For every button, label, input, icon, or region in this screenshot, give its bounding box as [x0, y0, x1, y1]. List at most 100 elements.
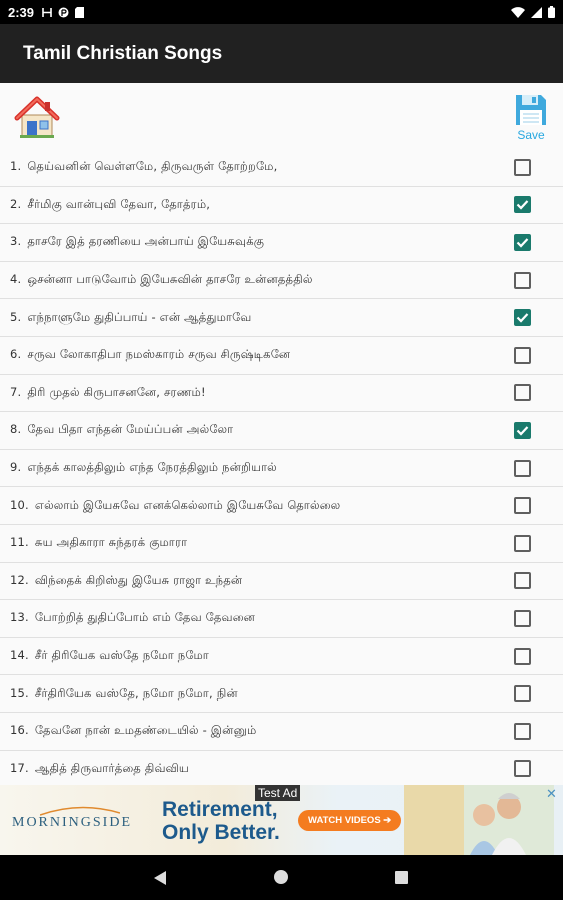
song-number: 17.: [10, 760, 29, 775]
status-time: 2:39: [8, 4, 35, 20]
song-title-text: தெய்வனின் வெள்ளமே, திருவருள் தோற்றமே,: [27, 159, 278, 174]
song-title-text: சீர் திரியேக வஸ்தே நமோ நமோ: [34, 648, 209, 663]
song-title[interactable]: 11. சுய அதிகாரா சுந்தரக் குமாரா: [0, 535, 514, 551]
song-row[interactable]: 16. தேவனே நான் உமதண்டையில் - இன்னும்: [0, 713, 563, 751]
song-checkbox[interactable]: [514, 760, 531, 778]
song-row[interactable]: 12. விந்தைக் கிறிஸ்து இயேசு ராஜா உந்தன்: [0, 563, 563, 601]
song-row[interactable]: 17. ஆதித் திருவார்த்தை திவ்விய: [0, 751, 563, 789]
back-icon[interactable]: [154, 871, 166, 885]
song-row[interactable]: 4. ஒசன்னா பாடுவோம் இயேசுவின் தாசரே உன்னதத…: [0, 262, 563, 300]
song-number: 11.: [10, 535, 29, 550]
song-number: 14.: [10, 648, 29, 663]
save-label: Save: [517, 128, 545, 142]
song-title-text: ஒசன்னா பாடுவோம் இயேசுவின் தாசரே உன்னதத்த…: [27, 272, 313, 287]
song-checkbox[interactable]: [514, 196, 531, 214]
song-title[interactable]: 16. தேவனே நான் உமதண்டையில் - இன்னும்: [0, 723, 514, 739]
status-bar: 2:39: [0, 0, 563, 24]
song-number: 1.: [10, 159, 22, 174]
song-checkbox[interactable]: [514, 647, 531, 665]
song-number: 15.: [10, 685, 29, 700]
song-checkbox[interactable]: [514, 722, 531, 740]
checkmark-icon: [516, 426, 529, 436]
song-title[interactable]: 10. எல்லாம் இயேசுவே எனக்கெல்லாம் இயேசுவே …: [0, 498, 514, 514]
song-title-text: சுய அதிகாரா சுந்தரக் குமாரா: [34, 535, 188, 550]
song-number: 5.: [10, 309, 22, 324]
song-row[interactable]: 5. எந்நாளுமே துதிப்பாய் - என் ஆத்துமாவே: [0, 299, 563, 337]
song-row[interactable]: 2. சீர்மிகு வான்புவி தேவா, தோத்ரம்,: [0, 187, 563, 225]
song-title-text: எல்லாம் இயேசுவே எனக்கெல்லாம் இயேசுவே தொல…: [34, 497, 341, 512]
song-checkbox[interactable]: [514, 346, 531, 364]
song-title[interactable]: 15. சீர்திரியேக வஸ்தே, நமோ நமோ, நின்: [0, 686, 514, 702]
song-row[interactable]: 8. தேவ பிதா எந்தன் மேய்ப்பன் அல்லோ: [0, 412, 563, 450]
song-title[interactable]: 6. சருவ லோகாதிபா நமஸ்காரம் சருவ சிருஷ்டிக…: [0, 347, 514, 363]
song-title[interactable]: 8. தேவ பிதா எந்தன் மேய்ப்பன் அல்லோ: [0, 422, 514, 438]
song-checkbox[interactable]: [514, 459, 531, 477]
song-checkbox[interactable]: [514, 384, 531, 402]
song-row[interactable]: 15. சீர்திரியேக வஸ்தே, நமோ நமோ, நின்: [0, 675, 563, 713]
notification-icons: [42, 6, 85, 18]
song-title-text: போற்றித் துதிப்போம் எம் தேவ தேவனை: [34, 610, 255, 625]
song-title[interactable]: 17. ஆதித் திருவார்த்தை திவ்விய: [0, 761, 514, 777]
song-row[interactable]: 13. போற்றித் துதிப்போம் எம் தேவ தேவனை: [0, 600, 563, 638]
song-row[interactable]: 9. எந்தக் காலத்திலும் எந்த நேரத்திலும் நன…: [0, 450, 563, 488]
ad-brand: MORNINGSIDE: [12, 815, 132, 830]
song-title[interactable]: 3. தாசரே இத் தரணியை அன்பாய் இயேசுவுக்கு: [0, 234, 514, 250]
notification-p-icon: [58, 7, 69, 17]
song-title[interactable]: 14. சீர் திரியேக வஸ்தே நமோ நமோ: [0, 648, 514, 664]
song-checkbox[interactable]: [514, 233, 531, 251]
song-checkbox[interactable]: [514, 497, 531, 515]
app-title: Tamil Christian Songs: [23, 42, 223, 64]
song-row[interactable]: 11. சுய அதிகாரா சுந்தரக் குமாரா: [0, 525, 563, 563]
song-checkbox[interactable]: [514, 421, 531, 439]
song-checkbox[interactable]: [514, 158, 531, 176]
ad-headline-line2: Only Better.: [162, 821, 280, 844]
toolbar: Save: [0, 83, 563, 149]
save-button[interactable]: Save: [512, 94, 550, 144]
song-list: 1. தெய்வனின் வெள்ளமே, திருவருள் தோற்றமே, 2…: [0, 149, 563, 789]
ad-close-icon[interactable]: ✕: [546, 787, 557, 802]
song-number: 10.: [10, 497, 29, 512]
song-title-text: சீர்திரியேக வஸ்தே, நமோ நமோ, நின்: [34, 685, 238, 700]
home-button[interactable]: [14, 94, 60, 140]
system-icons: [511, 6, 555, 18]
song-title[interactable]: 13. போற்றித் துதிப்போம் எம் தேவ தேவனை: [0, 610, 514, 626]
song-checkbox[interactable]: [514, 685, 531, 703]
song-title[interactable]: 9. எந்தக் காலத்திலும் எந்த நேரத்திலும் நன…: [0, 460, 514, 476]
song-checkbox[interactable]: [514, 572, 531, 590]
checkmark-icon: [516, 200, 529, 210]
song-row[interactable]: 14. சீர் திரியேக வஸ்தே நமோ நமோ: [0, 638, 563, 676]
ad-cta-button[interactable]: WATCH VIDEOS ➔: [298, 810, 402, 831]
song-title[interactable]: 5. எந்நாளுமே துதிப்பாய் - என் ஆத்துமாவே: [0, 310, 514, 326]
song-title[interactable]: 1. தெய்வனின் வெள்ளமே, திருவருள் தோற்றமே,: [0, 159, 514, 175]
song-checkbox[interactable]: [514, 609, 531, 627]
checkmark-icon: [516, 238, 529, 248]
song-number: 2.: [10, 196, 22, 211]
song-checkbox[interactable]: [514, 534, 531, 552]
song-title-text: எந்தக் காலத்திலும் எந்த நேரத்திலும் நன்ற…: [27, 460, 277, 475]
ad-headline-line1: Retirement,: [162, 798, 278, 821]
song-row[interactable]: 7. திரி முதல் கிருபாசனனே, சரணம்!: [0, 375, 563, 413]
song-title[interactable]: 2. சீர்மிகு வான்புவி தேவா, தோத்ரம்,: [0, 197, 514, 213]
song-title-text: சீர்மிகு வான்புவி தேவா, தோத்ரம்,: [27, 196, 211, 211]
signal-icon: [531, 6, 542, 18]
song-title[interactable]: 12. விந்தைக் கிறிஸ்து இயேசு ராஜா உந்தன்: [0, 573, 514, 589]
ad-banner[interactable]: MORNINGSIDE Retirement, Only Better. WAT…: [0, 785, 563, 855]
song-title[interactable]: 4. ஒசன்னா பாடுவோம் இயேசுவின் தாசரே உன்னதத…: [0, 272, 514, 288]
song-checkbox[interactable]: [514, 271, 531, 289]
song-title-text: எந்நாளுமே துதிப்பாய் - என் ஆத்துமாவே: [27, 309, 252, 324]
recents-icon[interactable]: [395, 871, 408, 884]
song-title-text: தாசரே இத் தரணியை அன்பாய் இயேசுவுக்கு: [27, 234, 265, 249]
ad-brand-swoosh-icon: [40, 806, 120, 816]
song-checkbox[interactable]: [514, 309, 531, 327]
song-title[interactable]: 7. திரி முதல் கிருபாசனனே, சரணம்!: [0, 385, 514, 401]
home-nav-icon[interactable]: [274, 870, 288, 884]
song-number: 16.: [10, 723, 29, 738]
song-number: 6.: [10, 347, 22, 362]
song-title-text: தேவனே நான் உமதண்டையில் - இன்னும்: [34, 723, 257, 738]
song-row[interactable]: 10. எல்லாம் இயேசுவே எனக்கெல்லாம் இயேசுவே …: [0, 487, 563, 525]
song-row[interactable]: 6. சருவ லோகாதிபா நமஸ்காரம் சருவ சிருஷ்டிக…: [0, 337, 563, 375]
house-icon: [14, 96, 60, 138]
song-row[interactable]: 1. தெய்வனின் வெள்ளமே, திருவருள் தோற்றமே,: [0, 149, 563, 187]
ad-headline: Retirement, Only Better.: [162, 798, 280, 844]
song-row[interactable]: 3. தாசரே இத் தரணியை அன்பாய் இயேசுவுக்கு: [0, 224, 563, 262]
